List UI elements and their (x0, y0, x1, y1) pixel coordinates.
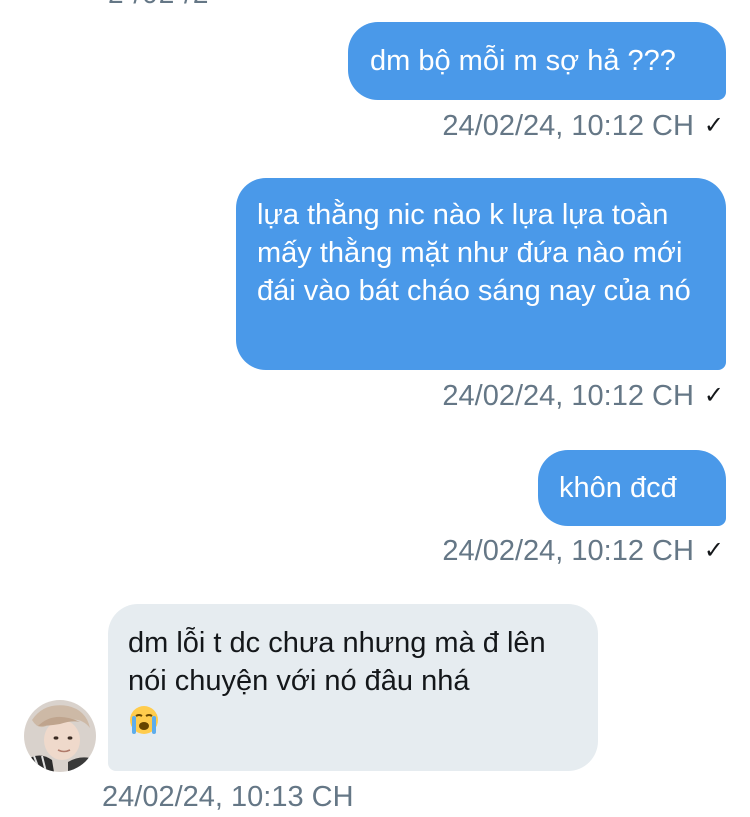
avatar-photo-icon (24, 700, 96, 772)
message-text: lựa thằng nic nào k lựa lựa toàn mấy thằ… (257, 199, 691, 307)
message-bubble-incoming[interactable]: dm lỗi t dc chưa nhưng mà đ lên nói chuy… (108, 604, 598, 771)
crying-face-emoji-icon (128, 704, 578, 746)
message-text: dm lỗi t dc chưa nhưng mà đ lên nói chuy… (128, 627, 546, 697)
previous-timestamp-fragment: 2 /02 /2 (108, 0, 209, 10)
message-timestamp: 24/02/24, 10:12 CH (442, 380, 694, 412)
message-bubble-outgoing[interactable]: khôn đcđ (538, 450, 726, 526)
sent-check-icon: ✓ (703, 537, 724, 564)
message-timestamp: 24/02/24, 10:12 CH (442, 535, 694, 567)
message-meta: 24/02/24, 10:12 CH ✓ (442, 380, 724, 413)
avatar[interactable] (24, 700, 96, 772)
sent-check-icon: ✓ (703, 112, 724, 139)
message-text: dm bộ mỗi m sợ hả ??? (370, 45, 676, 77)
sent-check-icon: ✓ (703, 382, 724, 409)
message-bubble-outgoing[interactable]: lựa thằng nic nào k lựa lựa toàn mấy thằ… (236, 178, 726, 370)
message-meta: 24/02/24, 10:12 CH ✓ (442, 535, 724, 568)
message-timestamp: 24/02/24, 10:13 CH (102, 781, 354, 813)
message-timestamp: 24/02/24, 10:12 CH (442, 110, 694, 142)
message-bubble-outgoing[interactable]: dm bộ mỗi m sợ hả ??? (348, 22, 726, 100)
message-meta: 24/02/24, 10:12 CH ✓ (442, 110, 724, 143)
message-text: khôn đcđ (559, 472, 677, 504)
